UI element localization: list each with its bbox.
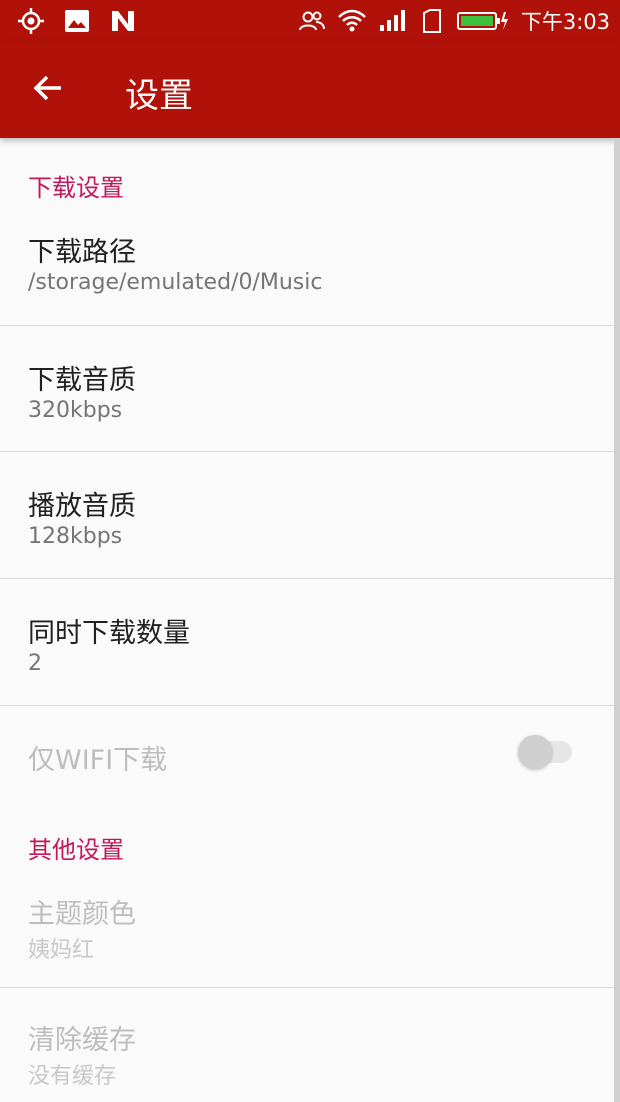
pref-concurrent-downloads[interactable]: 同时下载数量 2 xyxy=(0,579,614,705)
pref-title: 同时下载数量 xyxy=(28,618,190,649)
pref-title: 播放音质 xyxy=(28,491,136,522)
pref-title: 仅WIFI下载 xyxy=(28,745,168,776)
signal-icon xyxy=(377,6,407,36)
pref-play-quality[interactable]: 播放音质 128kbps xyxy=(0,452,614,578)
pref-summary: 128kbps xyxy=(28,524,123,549)
sim-icon xyxy=(417,6,447,36)
pref-download-quality[interactable]: 下载音质 320kbps xyxy=(0,326,614,451)
arrow-back-icon xyxy=(32,72,64,108)
back-button[interactable] xyxy=(20,64,76,116)
pref-summary: 2 xyxy=(28,651,42,676)
location-target-icon xyxy=(16,6,46,36)
status-bar-right: 下午3:03 xyxy=(297,6,610,36)
switch-thumb xyxy=(518,735,552,769)
pref-title: 下载路径 xyxy=(28,237,136,268)
scrollbar[interactable] xyxy=(614,138,620,1102)
n-app-icon xyxy=(108,6,138,36)
clock-time: 下午3:03 xyxy=(520,10,610,34)
pref-summary: /storage/emulated/0/Music xyxy=(28,270,323,295)
section-header-download: 下载设置 xyxy=(28,174,124,202)
section-header-other: 其他设置 xyxy=(28,836,124,864)
pref-summary: 姨妈红 xyxy=(28,938,95,963)
app-bar: 设置 xyxy=(0,42,620,138)
page-title: 设置 xyxy=(125,76,193,116)
pref-wifi-only[interactable]: 仅WIFI下载 xyxy=(0,706,614,802)
pref-summary: 320kbps xyxy=(28,398,123,423)
wifi-icon xyxy=(337,6,367,36)
pref-title: 主题颜色 xyxy=(28,899,136,930)
wifi-only-switch[interactable] xyxy=(518,735,572,769)
contacts-icon xyxy=(297,6,327,36)
pref-summary: 没有缓存 xyxy=(28,1064,117,1089)
pref-download-path[interactable]: 下载路径 /storage/emulated/0/Music xyxy=(0,218,614,325)
status-bar: 下午3:03 xyxy=(0,0,620,42)
pref-theme-color[interactable]: 主题颜色 姨妈红 xyxy=(0,878,614,987)
pref-title: 下载音质 xyxy=(28,365,136,396)
pref-title: 清除缓存 xyxy=(28,1025,136,1056)
pref-clear-cache[interactable]: 清除缓存 没有缓存 xyxy=(0,988,614,1102)
image-icon xyxy=(62,6,92,36)
battery-icon xyxy=(456,6,509,36)
status-bar-left xyxy=(16,6,138,36)
